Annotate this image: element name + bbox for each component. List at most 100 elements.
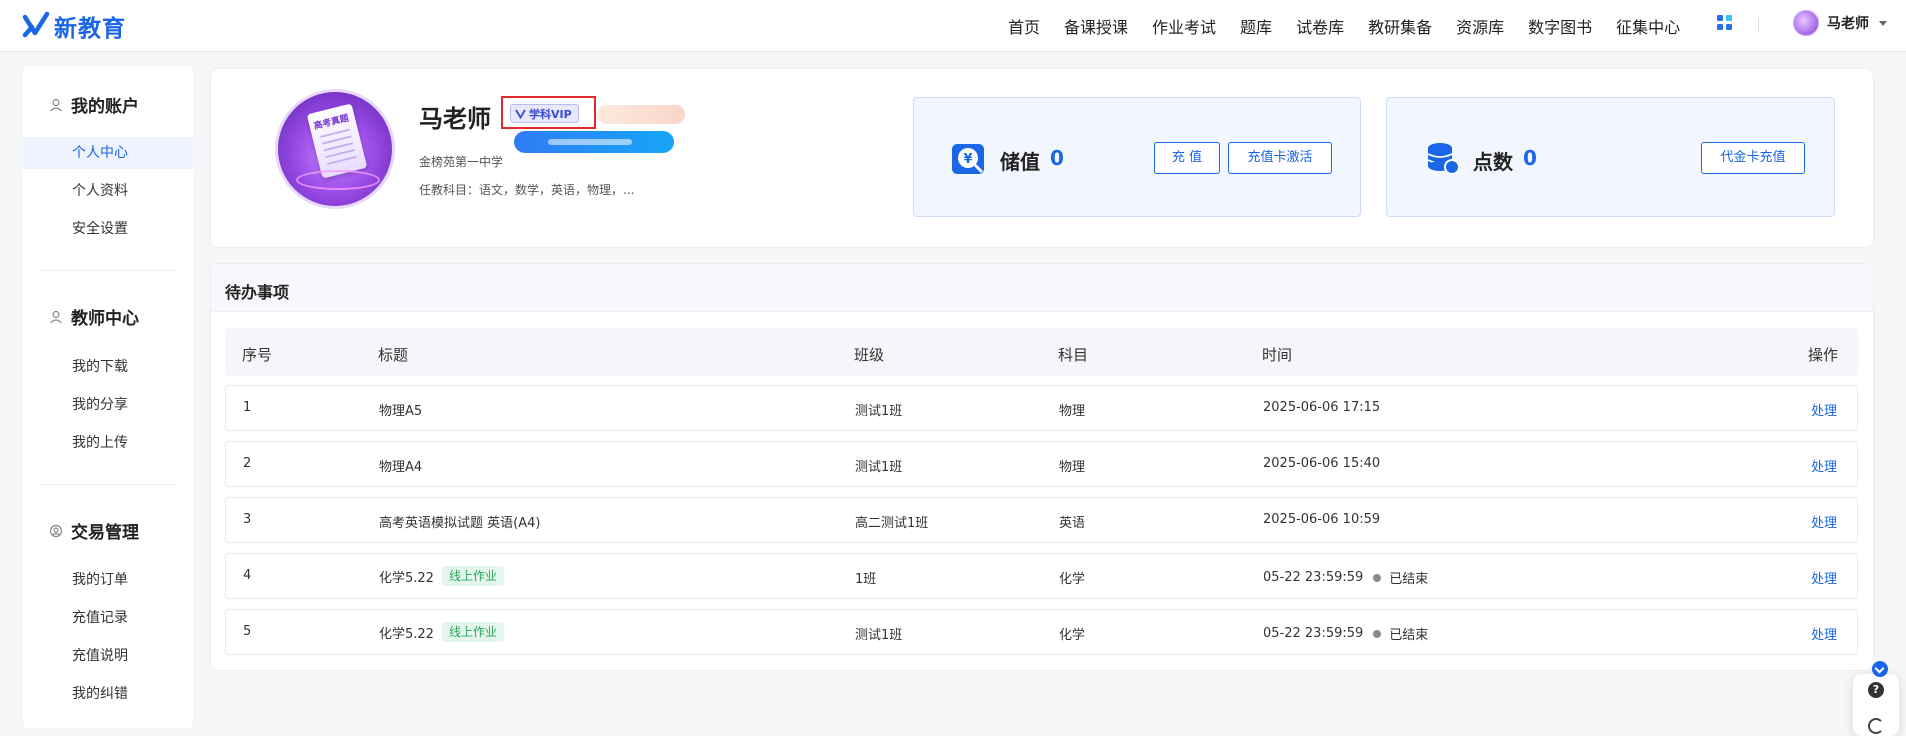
process-button[interactable]: 处理 [1811,568,1837,587]
nav-item-collection-center[interactable]: 征集中心 [1616,14,1680,38]
sidebar-group-account: 我的账户 [49,92,139,117]
cell-time: 2025-06-06 15:40 [1263,456,1381,471]
floating-help-widget[interactable]: ? [1853,674,1899,736]
process-button[interactable]: 处理 [1811,400,1837,419]
online-homework-tag: 线上作业 [441,566,504,586]
sidebar-item-recharge-help[interactable]: 充值说明 [23,640,193,672]
sidebar-group-trade: 交易管理 [49,518,139,543]
top-header: 新教育 首页 备课授课 作业考试 题库 试卷库 教研集备 资源库 数字图书 征集… [0,0,1906,52]
cell-no: 3 [243,512,252,527]
cell-time-text: 05-22 23:59:59 [1263,570,1364,585]
blurred-id-pill [514,131,674,153]
column-header-time: 时间 [1262,346,1293,364]
sidebar-item-orders[interactable]: 我的订单 [23,564,193,596]
sidebar-item-recharge-records[interactable]: 充值记录 [23,602,193,634]
chevron-down-icon[interactable] [1872,661,1888,677]
user-outline-icon [50,98,62,111]
cell-subject: 化学 [1059,628,1086,643]
cell-class: 1班 [855,572,877,587]
avatar [1793,10,1819,36]
vip-badge[interactable]: 学科VIP [510,104,579,123]
vip-label: 学科VIP [529,107,572,121]
logo[interactable]: 新教育 [22,9,126,43]
nav-item-teaching-research[interactable]: 教研集备 [1368,14,1432,38]
sidebar-divider [39,270,177,271]
svg-text:¥: ¥ [963,152,972,167]
cell-title-text: 化学5.22 [379,626,434,642]
nav-item-homework-exam[interactable]: 作业考试 [1152,14,1216,38]
status-dot-icon [1373,629,1382,638]
table-header: 序号 标题 班级 科目 时间 操作 [225,328,1858,376]
nav-item-resources[interactable]: 资源库 [1456,14,1504,38]
sidebar: 我的账户 个人中心 个人资料 安全设置 教师中心 我的下载 我的分享 我的上传 … [23,66,193,728]
sidebar-item-security[interactable]: 安全设置 [23,213,193,245]
logo-text: 新教育 [54,16,126,42]
user-name: 马老师 [1827,16,1869,32]
cell-class: 高二测试1班 [855,516,929,531]
sidebar-group-teacher: 教师中心 [49,304,139,329]
stored-value-label: 储值 [1000,150,1040,174]
sidebar-item-downloads[interactable]: 我的下载 [23,351,193,383]
process-button[interactable]: 处理 [1811,456,1837,475]
cell-title: 化学5.22 线上作业 [379,622,504,642]
cell-time: 2025-06-06 10:59 [1263,512,1381,527]
grid-apps-icon[interactable] [1717,15,1733,31]
question-icon[interactable]: ? [1868,682,1884,698]
user-menu[interactable]: 马老师 [1793,10,1887,36]
table-row: 2 物理A4 测试1班 物理 2025-06-06 15:40 处理 [225,441,1858,487]
logo-mark-icon [22,11,50,38]
sidebar-item-corrections[interactable]: 我的纠错 [23,678,193,710]
coin-stack-icon [1427,143,1460,175]
profile-name: 马老师 [419,105,491,133]
status-dot-icon [1373,573,1382,582]
column-header-no: 序号 [242,346,273,364]
nav-item-home[interactable]: 首页 [1008,14,1040,38]
nav-item-paper-bank[interactable]: 试卷库 [1296,14,1344,38]
cell-time: 05-22 23:59:59 已结束 [1263,624,1428,643]
column-header-action: 操作 [1808,346,1839,364]
stored-value-card: ¥ 储值 0 充 值 充值卡激活 [913,97,1361,217]
table-row: 1 物理A5 测试1班 物理 2025-06-06 17:15 处理 [225,385,1858,431]
recharge-card-activate-button[interactable]: 充值卡激活 [1228,142,1332,174]
sidebar-item-profile[interactable]: 个人资料 [23,175,193,207]
cell-title: 物理A5 [379,404,423,419]
process-button[interactable]: 处理 [1811,512,1837,531]
online-homework-tag: 线上作业 [441,622,504,642]
sidebar-divider [39,484,177,485]
sidebar-item-shares[interactable]: 我的分享 [23,389,193,421]
cell-no: 4 [243,568,252,583]
process-button[interactable]: 处理 [1811,624,1837,643]
caret-down-icon [1879,20,1887,26]
cell-subject: 化学 [1059,572,1086,587]
user-gear-icon [49,524,63,537]
sidebar-item-personal-center[interactable]: 个人中心 [23,137,193,169]
recharge-button[interactable]: 充 值 [1154,142,1220,174]
cell-time-text: 05-22 23:59:59 [1263,626,1364,641]
vip-v-icon [515,109,526,119]
points-label: 点数 [1473,150,1513,174]
cell-title: 高考英语模拟试题 英语(A4) [379,516,541,531]
cell-no: 1 [243,400,252,415]
cell-subject: 物理 [1059,460,1086,475]
blurred-badge [597,105,685,124]
table-row: 3 高考英语模拟试题 英语(A4) 高二测试1班 英语 2025-06-06 1… [225,497,1858,543]
cell-class: 测试1班 [855,460,903,475]
nav-item-digital-books[interactable]: 数字图书 [1528,14,1592,38]
points-card: 点数 0 代金卡充值 [1386,97,1835,217]
status-text: 已结束 [1389,628,1429,643]
nav-item-question-bank[interactable]: 题库 [1240,14,1272,38]
teaching-subjects: 任教科目：语文，数学，英语，物理，... [419,183,635,197]
sidebar-group-title: 教师中心 [71,309,139,329]
refresh-icon[interactable] [1868,718,1884,734]
yuan-wallet-icon: ¥ [952,144,984,174]
voucher-recharge-button[interactable]: 代金卡充值 [1701,142,1805,174]
todo-title: 待办事项 [225,283,290,302]
cell-class: 测试1班 [855,628,903,643]
nav-item-lesson-prep[interactable]: 备课授课 [1064,14,1128,38]
column-header-title: 标题 [378,346,409,364]
cell-class: 测试1班 [855,404,903,419]
sidebar-item-uploads[interactable]: 我的上传 [23,427,193,459]
cell-no: 2 [243,456,252,471]
cell-time: 2025-06-06 17:15 [1263,400,1381,415]
cell-title: 化学5.22 线上作业 [379,566,504,586]
